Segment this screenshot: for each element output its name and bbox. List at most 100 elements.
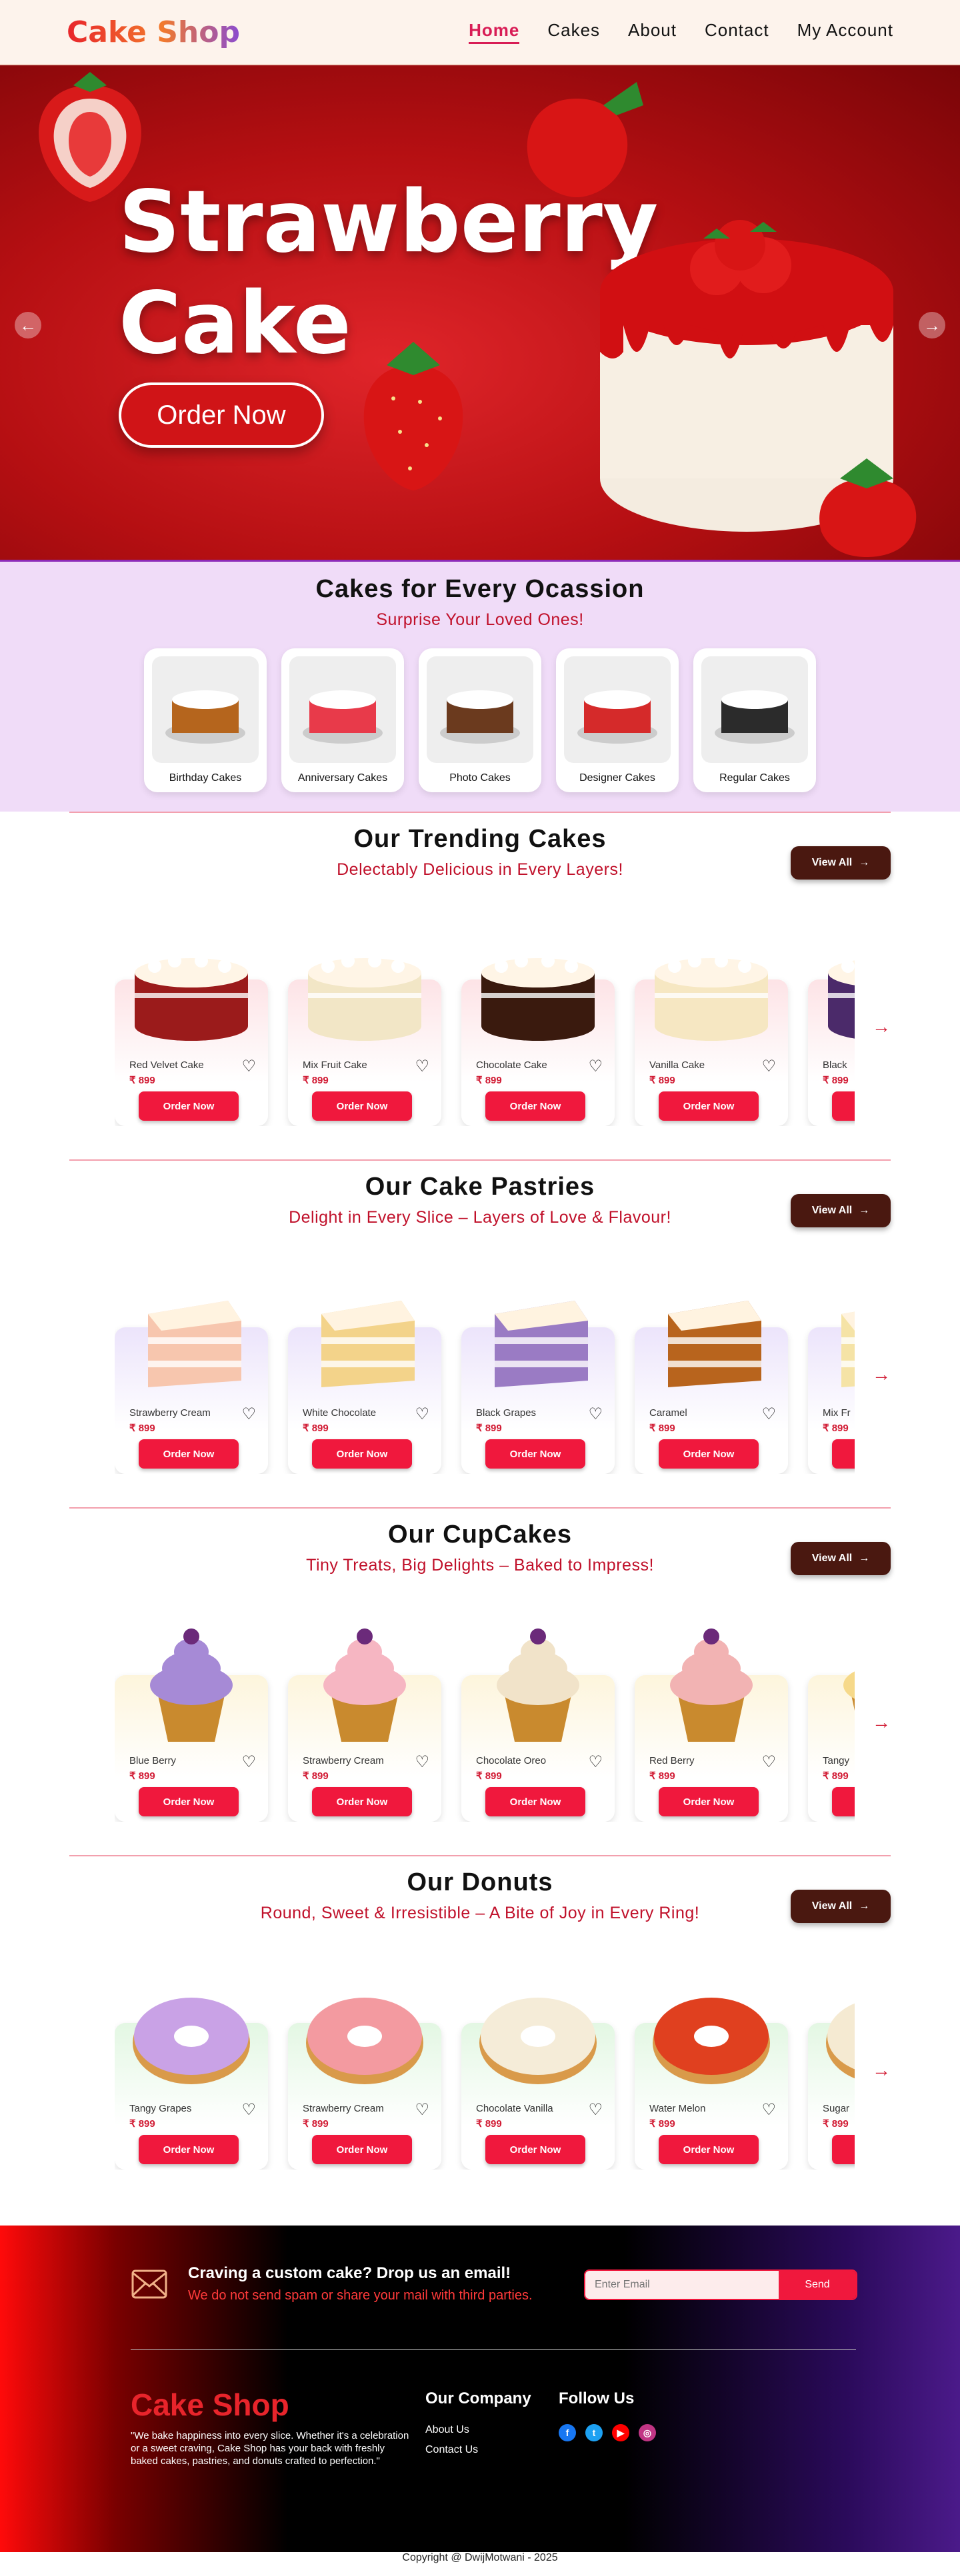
footer: Craving a custom cake? Drop us an email!… — [0, 2226, 960, 2552]
nav-about[interactable]: About — [628, 20, 677, 44]
product-price: ₹ 899 — [649, 1075, 675, 1086]
carousel-next-icon[interactable]: → — [872, 2060, 891, 2081]
product-card: Chocolate Cake ₹ 899 ♡ Order Now — [461, 926, 615, 1126]
instagram-icon[interactable]: ◎ — [639, 2424, 656, 2441]
order-now-button[interactable]: Order Now — [139, 1787, 239, 1816]
product-name: Caramel — [649, 1407, 687, 1419]
heart-icon[interactable]: ♡ — [588, 1752, 603, 1772]
product-price: ₹ 899 — [303, 1770, 329, 1782]
youtube-icon[interactable]: ▶ — [612, 2424, 629, 2441]
follow-links: Follow Us f t ▶ ◎ — [559, 2389, 656, 2441]
product-image — [301, 926, 428, 1053]
footer-link-contact[interactable]: Contact Us — [425, 2444, 531, 2456]
section-header: Our CupCakes Tiny Treats, Big Delights – … — [69, 1509, 891, 1575]
order-now-button[interactable]: Order Now — [312, 1091, 412, 1121]
order-now-button[interactable]: Order Now — [485, 2135, 585, 2164]
send-button[interactable]: Send — [779, 2271, 856, 2299]
brand-logo[interactable]: Cake Shop — [67, 15, 240, 49]
view-all-button[interactable]: View All → — [791, 846, 891, 880]
order-now-button[interactable]: Order Now — [312, 2135, 412, 2164]
order-now-button[interactable]: Order Now — [832, 1787, 855, 1816]
product-card: Black Grapes ₹ 899 ♡ Order Now — [461, 1274, 615, 1474]
heart-icon[interactable]: ♡ — [415, 1405, 429, 1424]
heart-icon[interactable]: ♡ — [761, 1057, 776, 1076]
heart-icon[interactable]: ♡ — [761, 1752, 776, 1772]
carousel-next-icon[interactable]: → — [872, 1712, 891, 1733]
product-image — [648, 1274, 775, 1401]
heart-icon[interactable]: ♡ — [415, 1752, 429, 1772]
section-header: Our Trending Cakes Delectably Delicious i… — [69, 813, 891, 880]
order-now-button[interactable]: Order Now — [485, 1787, 585, 1816]
heart-icon[interactable]: ♡ — [761, 1405, 776, 1424]
twitter-icon[interactable]: t — [585, 2424, 603, 2441]
heart-icon[interactable]: ♡ — [241, 1752, 256, 1772]
occasion-card[interactable]: Designer Cakes — [556, 648, 679, 792]
product-card: Blue Berry ₹ 899 ♡ Order Now — [115, 1622, 268, 1822]
heart-icon[interactable]: ♡ — [241, 1057, 256, 1076]
product-image — [128, 1622, 255, 1748]
occasion-card[interactable]: Birthday Cakes — [144, 648, 267, 792]
view-all-label: View All — [811, 1900, 853, 1912]
heart-icon[interactable]: ♡ — [415, 2100, 429, 2120]
heart-icon[interactable]: ♡ — [761, 2100, 776, 2120]
carousel-next-icon[interactable]: → — [872, 1016, 891, 1037]
product-price: ₹ 899 — [476, 1423, 502, 1434]
product-card: Mix Fr₹ 899♡Order Now — [808, 1274, 855, 1474]
product-price: ₹ 899 — [476, 2118, 502, 2130]
hero-order-button[interactable]: Order Now — [119, 382, 324, 448]
product-name: Tangy — [823, 1755, 850, 1766]
nav-contact[interactable]: Contact — [705, 20, 769, 44]
order-now-button[interactable]: Order Now — [139, 1091, 239, 1121]
occasion-card[interactable]: Photo Cakes — [419, 648, 541, 792]
nav-cakes[interactable]: Cakes — [547, 20, 600, 44]
product-sections: Our Trending Cakes Delectably Delicious i… — [0, 812, 960, 2203]
product-image — [821, 926, 855, 1053]
product-name: Mix Fruit Cake — [303, 1059, 367, 1071]
order-now-button[interactable]: Order Now — [832, 2135, 855, 2164]
occasions-subtitle: Surprise Your Loved Ones! — [376, 610, 584, 629]
order-now-button[interactable]: Order Now — [485, 1091, 585, 1121]
facebook-icon[interactable]: f — [559, 2424, 576, 2441]
strawberry-image — [819, 458, 917, 557]
order-now-button[interactable]: Order Now — [312, 1439, 412, 1469]
email-input[interactable] — [585, 2271, 779, 2299]
view-all-button[interactable]: View All → — [791, 1542, 891, 1575]
company-links: Our Company About Us Contact Us — [425, 2389, 531, 2464]
heart-icon[interactable]: ♡ — [241, 2100, 256, 2120]
order-now-button[interactable]: Order Now — [139, 1439, 239, 1469]
order-now-button[interactable]: Order Now — [659, 1091, 759, 1121]
carousel-next-icon[interactable]: → — [872, 1364, 891, 1385]
order-now-button[interactable]: Order Now — [139, 2135, 239, 2164]
order-now-button[interactable]: Order Now — [659, 1439, 759, 1469]
footer-divider — [131, 2349, 856, 2350]
product-price: ₹ 899 — [476, 1075, 502, 1086]
order-now-button[interactable]: Order Now — [485, 1439, 585, 1469]
nav-my-account[interactable]: My Account — [797, 20, 893, 44]
heart-icon[interactable]: ♡ — [588, 1057, 603, 1076]
order-now-button[interactable]: Order Now — [832, 1091, 855, 1121]
heart-icon[interactable]: ♡ — [588, 1405, 603, 1424]
footer-link-about[interactable]: About Us — [425, 2424, 531, 2436]
heart-icon[interactable]: ♡ — [588, 2100, 603, 2120]
order-now-button[interactable]: Order Now — [832, 1439, 855, 1469]
product-card: Sugar₹ 899♡Order Now — [808, 1970, 855, 2170]
occasion-card[interactable]: Anniversary Cakes — [281, 648, 404, 792]
heart-icon[interactable]: ♡ — [415, 1057, 429, 1076]
product-name: Chocolate Cake — [476, 1059, 547, 1071]
hero-prev-arrow[interactable]: ← — [15, 312, 41, 338]
heart-icon[interactable]: ♡ — [241, 1405, 256, 1424]
product-name: Blue Berry — [129, 1755, 177, 1766]
product-image — [475, 1274, 601, 1401]
product-image — [128, 1274, 255, 1401]
nav-home[interactable]: Home — [469, 20, 520, 44]
hero-next-arrow[interactable]: → — [919, 312, 945, 338]
view-all-button[interactable]: View All → — [791, 1194, 891, 1227]
view-all-button[interactable]: View All → — [791, 1890, 891, 1923]
section-subtitle: Tiny Treats, Big Delights – Baked to Imp… — [306, 1556, 654, 1575]
product-name: Black — [823, 1059, 847, 1071]
order-now-button[interactable]: Order Now — [659, 2135, 759, 2164]
order-now-button[interactable]: Order Now — [312, 1787, 412, 1816]
occasion-card[interactable]: Regular Cakes — [693, 648, 816, 792]
order-now-button[interactable]: Order Now — [659, 1787, 759, 1816]
section-header: Our Cake Pastries Delight in Every Slice … — [69, 1161, 891, 1227]
